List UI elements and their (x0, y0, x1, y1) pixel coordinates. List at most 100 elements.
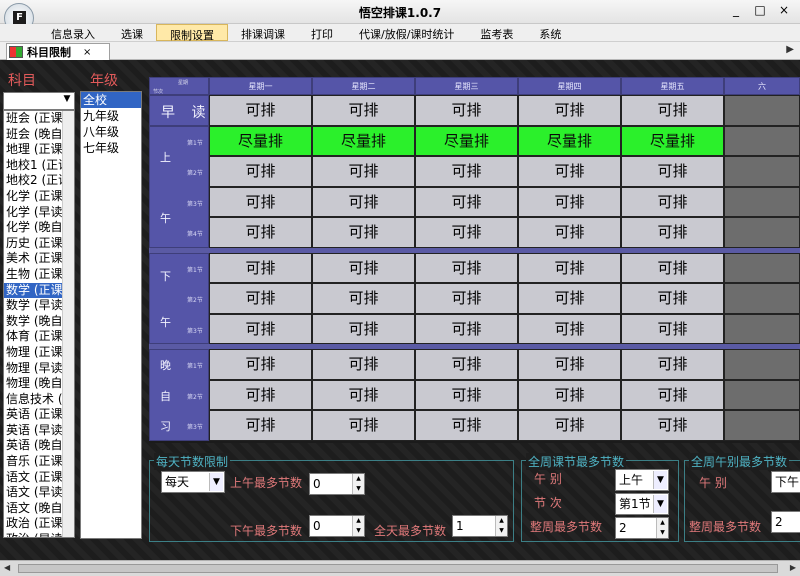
minimize-button[interactable]: _ (730, 3, 742, 17)
schedule-cell[interactable]: 可排 (415, 379, 518, 410)
subject-filter-dropdown[interactable]: ▼ (3, 92, 75, 110)
schedule-cell[interactable]: 可排 (415, 252, 518, 283)
am-max-stepper[interactable]: 0 ▲ ▼ (309, 473, 365, 495)
grade-list[interactable]: 全校 九年级 八年级 七年级 (80, 91, 142, 539)
schedule-cell[interactable]: 可排 (621, 349, 724, 380)
spin-arrows-icon[interactable]: ▲ ▼ (656, 518, 668, 538)
grade-list-item[interactable]: 全校 (81, 92, 141, 108)
period-select[interactable]: 第1节 ▼ (615, 493, 669, 515)
scroll-right-icon[interactable]: ▶ (790, 563, 796, 572)
schedule-cell[interactable]: 可排 (312, 410, 415, 441)
schedule-cell[interactable]: 可排 (209, 156, 312, 187)
schedule-cell[interactable]: 可排 (621, 313, 724, 344)
schedule-cell[interactable]: 可排 (312, 313, 415, 344)
schedule-cell[interactable]: 可排 (518, 217, 621, 248)
schedule-cell[interactable]: 可排 (518, 313, 621, 344)
menu-system[interactable]: 系统 (526, 24, 574, 41)
close-button[interactable]: × (778, 3, 790, 17)
schedule-cell[interactable]: 可排 (312, 156, 415, 187)
schedule-cell[interactable]: 可排 (518, 349, 621, 380)
schedule-cell[interactable]: 可排 (209, 283, 312, 314)
schedule-cell[interactable]: 尽量排 (209, 125, 312, 156)
schedule-cell[interactable]: 可排 (415, 313, 518, 344)
schedule-cell[interactable]: 可排 (621, 217, 724, 248)
chevron-down-icon[interactable]: ▼ (209, 473, 223, 491)
chevron-down-icon[interactable]: ▼ (61, 94, 73, 108)
day-max-stepper[interactable]: 1 ▲ ▼ (452, 515, 508, 537)
menu-exam-proctor[interactable]: 监考表 (467, 24, 526, 41)
schedule-cell[interactable]: 可排 (621, 283, 724, 314)
schedule-cell[interactable]: 尽量排 (415, 125, 518, 156)
schedule-cell[interactable]: 可排 (621, 156, 724, 187)
grade-list-item[interactable]: 九年级 (81, 108, 141, 124)
part-select[interactable]: 下午 (771, 471, 800, 493)
schedule-cell[interactable]: 可排 (209, 410, 312, 441)
schedule-cell[interactable]: 可排 (415, 410, 518, 441)
schedule-cell[interactable]: 可排 (312, 95, 415, 126)
schedule-cell[interactable]: 可排 (312, 217, 415, 248)
tab-close-icon[interactable]: × (83, 47, 91, 58)
schedule-cell[interactable]: 可排 (518, 186, 621, 217)
menu-constraints[interactable]: 限制设置 (156, 24, 228, 42)
schedule-cell[interactable]: 可排 (209, 186, 312, 217)
period-part-value: 上午 (619, 473, 644, 487)
scrollbar-thumb[interactable] (18, 564, 778, 573)
menu-substitute-stats[interactable]: 代课/放假/课时统计 (346, 24, 467, 41)
menu-info-entry[interactable]: 信息录入 (38, 24, 108, 41)
schedule-cell[interactable]: 可排 (621, 186, 724, 217)
schedule-cell[interactable]: 可排 (209, 252, 312, 283)
schedule-cell[interactable]: 可排 (518, 410, 621, 441)
schedule-cell[interactable]: 可排 (415, 156, 518, 187)
spin-arrows-icon[interactable]: ▲ ▼ (352, 474, 364, 494)
schedule-cell[interactable]: 可排 (621, 379, 724, 410)
pm-max-stepper[interactable]: 0 ▲ ▼ (309, 515, 365, 537)
tab-subject-limits[interactable]: 科目限制 × (6, 43, 110, 60)
schedule-cell[interactable]: 可排 (518, 283, 621, 314)
schedule-cell[interactable]: 可排 (415, 349, 518, 380)
schedule-cell[interactable]: 可排 (415, 95, 518, 126)
schedule-cell[interactable]: 可排 (312, 349, 415, 380)
schedule-cell[interactable]: 可排 (312, 252, 415, 283)
subject-list[interactable]: 班会 (正课 班会 (晚自 地理 (正课 地校1 (正课 地校2 (正课 化学 (正课 化学… (3, 110, 75, 538)
schedule-cell[interactable]: 可排 (312, 186, 415, 217)
maximize-button[interactable]: □ (754, 3, 766, 17)
schedule-cell[interactable]: 尽量排 (518, 125, 621, 156)
schedule-cell[interactable]: 可排 (209, 95, 312, 126)
spin-arrows-icon[interactable]: ▲ ▼ (352, 516, 364, 536)
schedule-cell[interactable]: 尽量排 (621, 125, 724, 156)
part-week-max-stepper[interactable]: 2 (771, 511, 800, 533)
week-max-stepper[interactable]: 2 ▲ ▼ (615, 517, 669, 539)
grade-list-item[interactable]: 七年级 (81, 140, 141, 156)
schedule-cell[interactable]: 尽量排 (312, 125, 415, 156)
schedule-cell[interactable]: 可排 (415, 186, 518, 217)
schedule-cell[interactable]: 可排 (312, 283, 415, 314)
horizontal-scrollbar[interactable]: ◀ ▶ (0, 560, 800, 576)
period-part-select[interactable]: 上午 ▼ (615, 469, 669, 491)
schedule-cell[interactable]: 可排 (209, 313, 312, 344)
menu-print[interactable]: 打印 (298, 24, 346, 41)
chevron-down-icon[interactable]: ▼ (653, 495, 667, 513)
tab-scroll-right-icon[interactable]: ▶ (786, 44, 794, 55)
schedule-cell[interactable]: 可排 (518, 379, 621, 410)
schedule-cell[interactable]: 可排 (621, 252, 724, 283)
schedule-cell[interactable]: 可排 (415, 283, 518, 314)
schedule-cell[interactable]: 可排 (209, 349, 312, 380)
schedule-cell[interactable]: 可排 (312, 379, 415, 410)
part-value: 下午 (775, 475, 800, 489)
scroll-left-icon[interactable]: ◀ (4, 563, 10, 572)
schedule-cell[interactable]: 可排 (415, 217, 518, 248)
day-select[interactable]: 每天 ▼ (161, 471, 225, 493)
schedule-cell[interactable]: 可排 (621, 95, 724, 126)
menu-scheduling[interactable]: 排课调课 (228, 24, 298, 41)
subject-list-scrollbar[interactable] (62, 111, 74, 537)
schedule-cell[interactable]: 可排 (518, 252, 621, 283)
spin-arrows-icon[interactable]: ▲ ▼ (495, 516, 507, 536)
menu-course-select[interactable]: 选课 (108, 24, 156, 41)
chevron-down-icon[interactable]: ▼ (653, 471, 667, 489)
schedule-cell[interactable]: 可排 (621, 410, 724, 441)
schedule-cell[interactable]: 可排 (518, 95, 621, 126)
schedule-cell[interactable]: 可排 (209, 379, 312, 410)
grade-list-item[interactable]: 八年级 (81, 124, 141, 140)
schedule-cell[interactable]: 可排 (209, 217, 312, 248)
schedule-cell[interactable]: 可排 (518, 156, 621, 187)
